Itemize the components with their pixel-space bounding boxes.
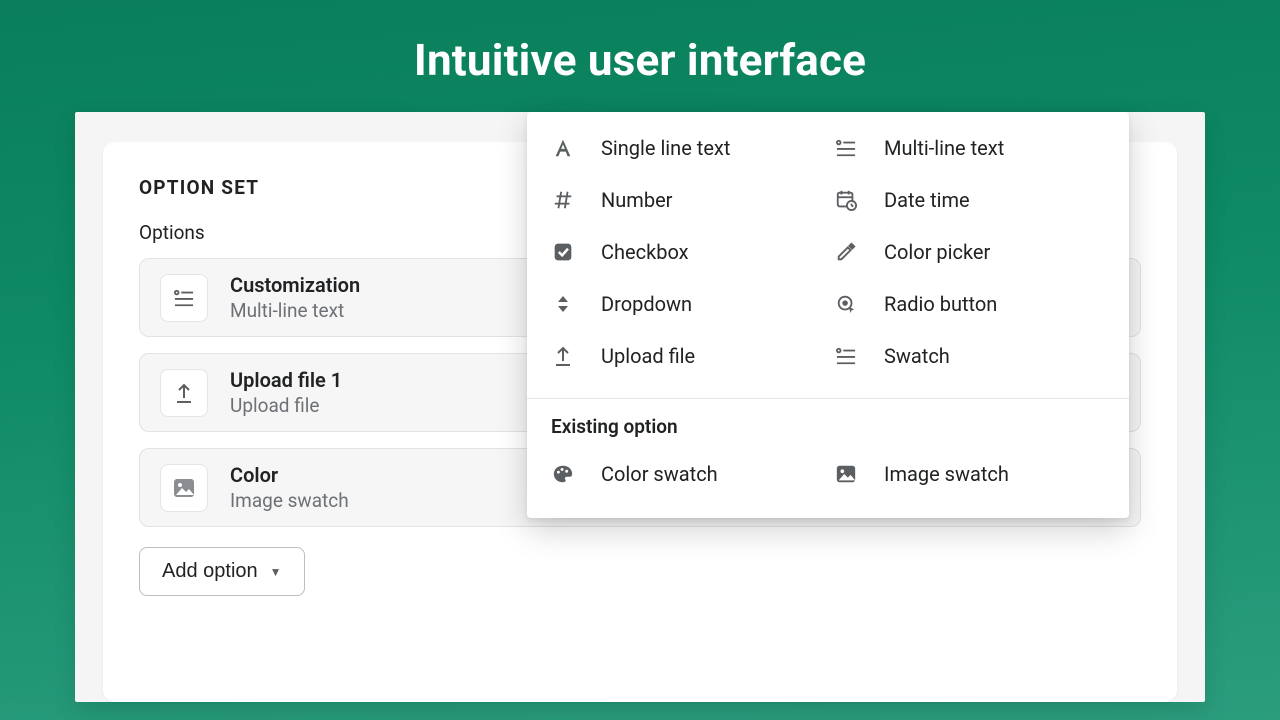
- menu-item-color-picker[interactable]: Color picker: [834, 240, 1105, 264]
- add-option-button[interactable]: Add option ▼: [139, 547, 305, 596]
- menu-divider: [527, 398, 1129, 399]
- menu-item-checkbox[interactable]: Checkbox: [551, 240, 822, 264]
- menu-item-label: Number: [601, 188, 672, 212]
- menu-item-color-swatch[interactable]: Color swatch: [551, 462, 822, 486]
- option-title: Upload file 1: [230, 368, 342, 392]
- menu-item-label: Swatch: [884, 344, 950, 368]
- menu-item-multi-line-text[interactable]: Multi-line text: [834, 136, 1105, 160]
- menu-item-label: Date time: [884, 188, 970, 212]
- menu-item-radio-button[interactable]: Radio button: [834, 292, 1105, 316]
- app-frame: OPTION SET Options Customization Multi-l…: [75, 112, 1205, 702]
- image-icon: [834, 463, 858, 485]
- menu-item-upload-file[interactable]: Upload file: [551, 344, 822, 368]
- multiline-text-icon: [834, 138, 858, 158]
- calendar-clock-icon: [834, 189, 858, 211]
- menu-item-label: Color picker: [884, 240, 990, 264]
- caret-down-icon: ▼: [270, 565, 282, 579]
- menu-item-label: Single line text: [601, 136, 730, 160]
- option-title: Customization: [230, 273, 360, 297]
- menu-item-label: Color swatch: [601, 462, 718, 486]
- text-a-icon: [551, 137, 575, 159]
- option-subtitle: Upload file: [230, 394, 342, 417]
- menu-item-single-line-text[interactable]: Single line text: [551, 136, 822, 160]
- option-title: Color: [230, 463, 349, 487]
- menu-item-label: Image swatch: [884, 462, 1009, 486]
- option-type-menu: Single line text Multi-line text Numb: [527, 112, 1129, 518]
- menu-existing-heading: Existing option: [551, 415, 1105, 438]
- menu-item-dropdown[interactable]: Dropdown: [551, 292, 822, 316]
- image-icon: [160, 464, 208, 512]
- menu-item-date-time[interactable]: Date time: [834, 188, 1105, 212]
- eyedropper-icon: [834, 241, 858, 263]
- menu-item-image-swatch[interactable]: Image swatch: [834, 462, 1105, 486]
- option-subtitle: Image swatch: [230, 489, 349, 512]
- target-cursor-icon: [834, 293, 858, 315]
- add-option-label: Add option: [162, 560, 258, 583]
- upload-icon: [160, 369, 208, 417]
- menu-item-label: Radio button: [884, 292, 997, 316]
- upload-icon: [551, 345, 575, 367]
- menu-item-number[interactable]: Number: [551, 188, 822, 212]
- menu-item-swatch[interactable]: Swatch: [834, 344, 1105, 368]
- multiline-text-icon: [160, 274, 208, 322]
- hash-icon: [551, 189, 575, 211]
- menu-item-label: Upload file: [601, 344, 695, 368]
- sort-icon: [551, 294, 575, 314]
- menu-item-label: Dropdown: [601, 292, 692, 316]
- option-subtitle: Multi-line text: [230, 299, 360, 322]
- menu-item-label: Multi-line text: [884, 136, 1004, 160]
- menu-item-label: Checkbox: [601, 240, 689, 264]
- checkbox-icon: [551, 242, 575, 262]
- hero-title: Intuitive user interface: [414, 34, 866, 86]
- palette-icon: [551, 463, 575, 485]
- swatch-icon: [834, 346, 858, 366]
